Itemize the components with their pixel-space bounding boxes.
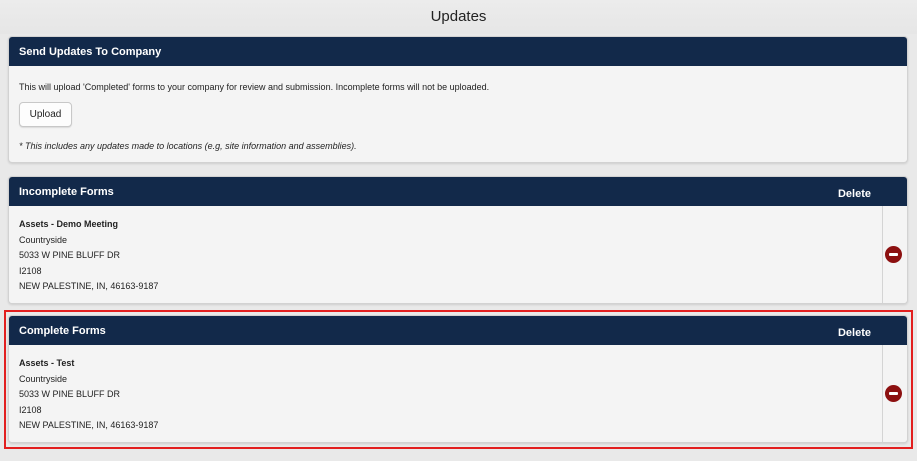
form-name: Assets - Demo Meeting — [19, 219, 119, 229]
complete-form-item[interactable]: Assets - Test Countryside 5033 W PINE BL… — [9, 345, 907, 442]
send-updates-title: Send Updates To Company — [19, 46, 162, 58]
form-id: I2108 — [19, 265, 42, 276]
form-address: 5033 W PINE BLUFF DR — [19, 250, 121, 260]
minus-circle-icon[interactable] — [885, 246, 902, 263]
incomplete-forms-panel: Incomplete Forms Delete Assets - Demo Me… — [8, 176, 908, 304]
complete-delete-column-label: Delete — [837, 327, 871, 339]
form-address: 5033 W PINE BLUFF DR — [19, 389, 121, 399]
incomplete-form-item[interactable]: Assets - Demo Meeting Countryside 5033 W… — [9, 206, 907, 303]
complete-forms-panel: Complete Forms Delete Assets - Test Coun… — [8, 315, 908, 443]
send-updates-description: This will upload 'Completed' forms to yo… — [19, 82, 490, 92]
form-city: NEW PALESTINE, IN, 46163-9187 — [19, 420, 159, 430]
send-updates-panel: Send Updates To Company This will upload… — [8, 36, 908, 163]
incomplete-delete-column-label: Delete — [837, 188, 871, 200]
page-title: Updates — [0, 0, 917, 34]
send-updates-note: * This includes any updates made to loca… — [19, 141, 357, 151]
form-location: Countryside — [19, 234, 68, 245]
row-divider — [882, 206, 883, 303]
complete-forms-title: Complete Forms — [19, 325, 106, 337]
form-name: Assets - Test — [19, 358, 75, 368]
incomplete-forms-header: Incomplete Forms Delete — [9, 177, 907, 206]
complete-forms-header: Complete Forms Delete — [9, 316, 907, 345]
form-info: Assets - Demo Meeting Countryside 5033 W… — [19, 217, 158, 295]
form-info: Assets - Test Countryside 5033 W PINE BL… — [19, 356, 158, 434]
incomplete-forms-title: Incomplete Forms — [19, 186, 114, 198]
upload-button[interactable]: Upload — [19, 102, 72, 127]
form-location: Countryside — [19, 373, 68, 384]
form-city: NEW PALESTINE, IN, 46163-9187 — [19, 281, 159, 291]
form-id: I2108 — [19, 404, 42, 415]
minus-circle-icon[interactable] — [885, 385, 902, 402]
send-updates-header: Send Updates To Company — [9, 37, 907, 66]
row-divider — [882, 345, 883, 442]
